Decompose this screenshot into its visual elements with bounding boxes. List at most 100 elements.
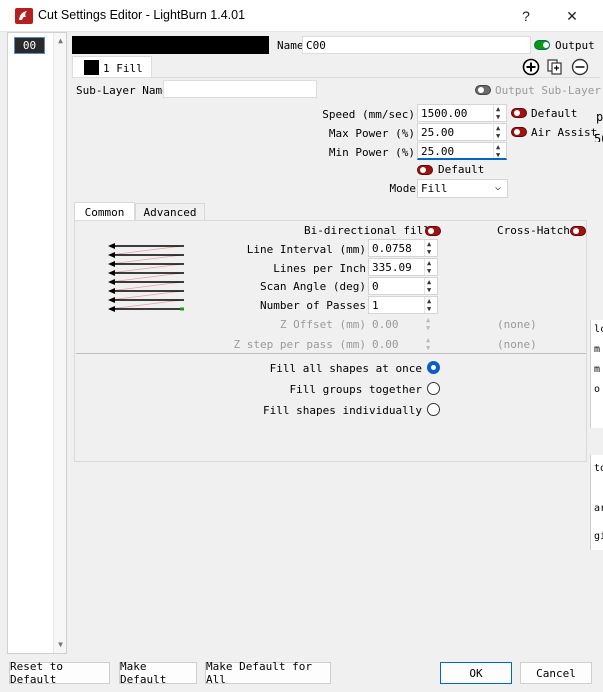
bg-fragment-4: m bbox=[594, 344, 601, 355]
title-bar: Cut Settings Editor - LightBurn 1.4.01 ?… bbox=[0, 0, 603, 32]
tab-sublayer-1-fill[interactable]: 1 Fill bbox=[72, 56, 152, 78]
make-default-button[interactable]: Make Default bbox=[119, 660, 197, 686]
passes-label: Number of Passes bbox=[260, 299, 366, 312]
fill-all-radio[interactable] bbox=[427, 361, 440, 374]
sublayer-tab-label: 1 Fill bbox=[103, 62, 143, 75]
min-power-label: Min Power (%) bbox=[328, 146, 415, 159]
scroll-up-icon[interactable]: ▲ bbox=[56, 36, 65, 45]
z-offset-label: Z Offset (mm) bbox=[279, 318, 366, 331]
z-step-value: 0.00 bbox=[372, 338, 399, 351]
max-power-input[interactable]: 25.00 ▲ ▼ bbox=[417, 123, 507, 141]
layer-list[interactable]: 00 ▲ ▼ bbox=[7, 32, 67, 654]
fill-preview-graphic bbox=[108, 243, 184, 312]
layer-list-scrollbar[interactable]: ▲ ▼ bbox=[53, 33, 66, 653]
fill-individually-label: Fill shapes individually bbox=[263, 404, 422, 417]
fill-groups-radio[interactable] bbox=[427, 382, 440, 395]
fill-groups-label: Fill groups together bbox=[289, 383, 422, 396]
scroll-down-icon[interactable]: ▼ bbox=[56, 640, 65, 649]
max-power-stepper[interactable]: ▲ ▼ bbox=[493, 124, 506, 140]
passes-input[interactable]: 1 ▲ ▼ bbox=[368, 296, 438, 314]
speed-stepper[interactable]: ▲ ▼ bbox=[493, 105, 506, 121]
layer-color-swatch[interactable] bbox=[72, 36, 269, 54]
add-sublayer-icon[interactable] bbox=[522, 58, 540, 76]
air-assist-toggle[interactable] bbox=[511, 127, 527, 137]
crosshatch-label: Cross-Hatch bbox=[497, 224, 570, 237]
lpi-input[interactable]: 335.09 ▲ ▼ bbox=[368, 258, 438, 276]
min-power-value: 25.00 bbox=[421, 145, 455, 158]
make-default-for-all-button[interactable]: Make Default for All bbox=[205, 660, 331, 686]
line-interval-label: Line Interval (mm) bbox=[246, 243, 366, 256]
bg-fragment-8: ar bbox=[594, 503, 603, 514]
output-sublayer-label: Output Sub-Layer bbox=[495, 84, 601, 97]
z-offset-input: 0.00 ▲ ▼ bbox=[368, 315, 438, 333]
close-button[interactable]: ✕ bbox=[549, 0, 595, 32]
background-window-panel-2: to ar gi bbox=[590, 455, 603, 550]
fill-individually-radio[interactable] bbox=[427, 403, 440, 416]
min-power-default-label: Default bbox=[438, 163, 485, 176]
bg-fragment-7: to bbox=[594, 463, 603, 474]
speed-label: Speed (mm/sec) bbox=[322, 108, 415, 121]
z-step-stepper: ▲ ▼ bbox=[426, 336, 431, 352]
scan-angle-value: 0 bbox=[372, 280, 379, 293]
output-label: Output bbox=[555, 39, 595, 52]
speed-default-label: Default bbox=[531, 107, 578, 120]
output-sublayer-toggle[interactable] bbox=[475, 85, 491, 95]
name-label: Name bbox=[277, 39, 304, 52]
mode-label: Mode bbox=[389, 182, 417, 195]
scan-angle-stepper[interactable]: ▲ ▼ bbox=[424, 278, 437, 294]
min-power-stepper[interactable]: ▲ ▼ bbox=[493, 143, 506, 159]
sublayer-color-swatch bbox=[84, 60, 99, 75]
z-step-input: 0.00 ▲ ▼ bbox=[368, 335, 438, 353]
speed-value: 1500.00 bbox=[421, 107, 468, 120]
ok-button[interactable]: OK bbox=[440, 662, 512, 684]
remove-sublayer-icon[interactable] bbox=[571, 58, 589, 76]
scan-angle-input[interactable]: 0 ▲ ▼ bbox=[368, 277, 438, 295]
air-assist-label: Air Assist bbox=[531, 126, 598, 139]
background-window-panel: lc m m o bbox=[590, 320, 603, 428]
crosshatch-toggle[interactable] bbox=[570, 226, 586, 236]
speed-default-toggle[interactable] bbox=[511, 108, 527, 118]
help-button[interactable]: ? bbox=[503, 0, 549, 32]
tab-advanced[interactable]: Advanced bbox=[135, 203, 205, 221]
scan-angle-label: Scan Angle (deg) bbox=[260, 280, 366, 293]
divider bbox=[76, 353, 586, 354]
mode-value: Fill bbox=[421, 182, 448, 195]
output-toggle[interactable] bbox=[534, 40, 550, 50]
lpi-stepper[interactable]: ▲ ▼ bbox=[424, 259, 437, 275]
bg-fragment-9: gi bbox=[594, 531, 603, 542]
z-step-note: (none) bbox=[497, 338, 537, 351]
layer-item[interactable]: 00 bbox=[14, 37, 45, 54]
min-power-input[interactable]: 25.00 ▲ ▼ bbox=[417, 142, 507, 160]
tab-common[interactable]: Common bbox=[74, 202, 135, 221]
bg-fragment-1: p bbox=[596, 110, 603, 124]
bg-fragment-6: o bbox=[594, 384, 601, 395]
background-window-edge: p 50 bbox=[590, 82, 603, 142]
bidirectional-toggle[interactable] bbox=[425, 226, 441, 236]
min-power-default-toggle[interactable] bbox=[417, 165, 433, 175]
z-offset-stepper: ▲ ▼ bbox=[426, 316, 431, 332]
z-offset-value: 0.00 bbox=[372, 318, 399, 331]
line-interval-stepper[interactable]: ▲ ▼ bbox=[424, 240, 437, 256]
cancel-button[interactable]: Cancel bbox=[520, 662, 592, 684]
z-offset-note: (none) bbox=[497, 318, 537, 331]
passes-stepper[interactable]: ▲ ▼ bbox=[424, 297, 437, 313]
line-interval-input[interactable]: 0.0758 ▲ ▼ bbox=[368, 239, 438, 257]
sublayer-name-input[interactable] bbox=[163, 80, 317, 98]
window-title: Cut Settings Editor - LightBurn 1.4.01 bbox=[38, 8, 246, 22]
chevron-down-icon: ⌵ bbox=[494, 182, 501, 193]
speed-input[interactable]: 1500.00 ▲ ▼ bbox=[417, 104, 507, 122]
lpi-label: Lines per Inch bbox=[273, 262, 366, 275]
duplicate-sublayer-icon[interactable] bbox=[546, 58, 564, 76]
passes-value: 1 bbox=[372, 299, 379, 312]
lpi-value: 335.09 bbox=[372, 261, 412, 274]
bg-fragment-5: m bbox=[594, 364, 601, 375]
sublayer-name-label: Sub-Layer Name bbox=[76, 84, 169, 97]
max-power-value: 25.00 bbox=[421, 126, 455, 139]
z-step-label: Z step per pass (mm) bbox=[233, 338, 366, 351]
max-power-label: Max Power (%) bbox=[328, 127, 415, 140]
reset-to-default-button[interactable]: Reset to Default bbox=[9, 660, 110, 686]
bidirectional-label: Bi-directional fill bbox=[304, 224, 430, 237]
name-input[interactable]: C00 bbox=[302, 36, 531, 54]
mode-select[interactable]: Fill ⌵ bbox=[417, 179, 508, 198]
line-interval-value: 0.0758 bbox=[372, 242, 412, 255]
